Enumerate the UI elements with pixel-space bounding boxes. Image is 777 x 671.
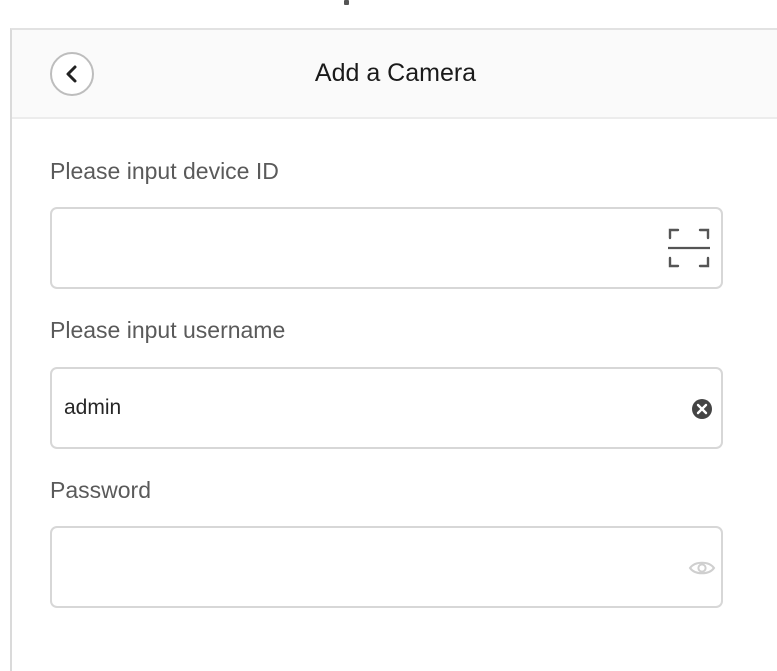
- password-input[interactable]: [64, 528, 644, 606]
- eye-icon: [688, 559, 716, 577]
- clear-button[interactable]: [689, 396, 715, 422]
- username-input[interactable]: [64, 369, 644, 447]
- app-frame: Add a Camera Please input device ID Plea…: [0, 0, 777, 671]
- password-field-box: [50, 526, 723, 608]
- page-title: Add a Camera: [314, 59, 477, 87]
- chevron-left-icon: [63, 64, 81, 84]
- scan-icon: [666, 225, 712, 271]
- device-id-label: Please input device ID: [50, 158, 279, 184]
- top-handle: [344, 0, 349, 5]
- password-label: Password: [50, 477, 151, 503]
- add-camera-panel: Add a Camera Please input device ID Plea…: [10, 28, 777, 671]
- username-label: Please input username: [50, 317, 286, 343]
- toggle-password-visibility-button[interactable]: [686, 554, 718, 582]
- device-id-field-box: [50, 207, 723, 289]
- header-bar: Add a Camera: [12, 30, 777, 119]
- scan-button[interactable]: [664, 223, 714, 273]
- back-button[interactable]: [50, 52, 94, 96]
- top-strip: [0, 0, 777, 28]
- device-id-input[interactable]: [64, 209, 644, 287]
- clear-icon: [691, 398, 713, 420]
- username-field-box: [50, 367, 723, 449]
